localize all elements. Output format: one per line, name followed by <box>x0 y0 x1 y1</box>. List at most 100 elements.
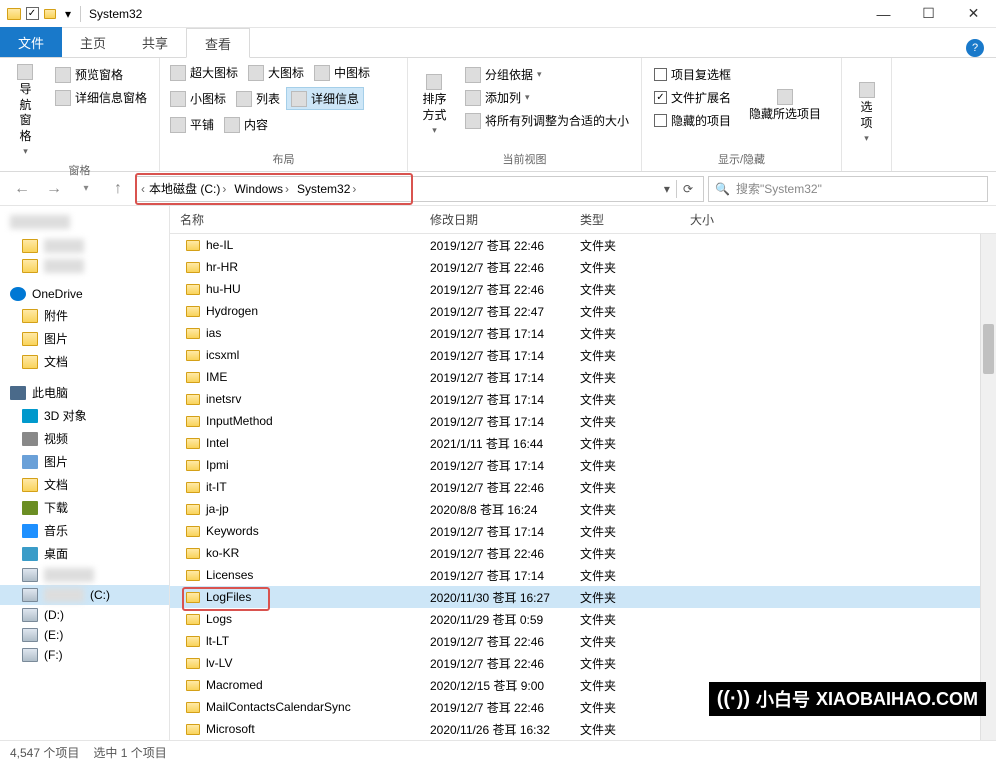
sidebar-pictures2[interactable]: 图片 <box>0 450 169 473</box>
file-row[interactable]: ias2019/12/7 苍耳 17:14文件夹 <box>170 322 996 344</box>
sidebar-drive-c[interactable]: (C:) <box>0 585 169 605</box>
up-button[interactable]: ↑ <box>104 176 132 202</box>
column-type[interactable]: 类型 <box>580 211 690 228</box>
close-button[interactable]: ✕ <box>951 0 996 28</box>
file-row[interactable]: inetsrv2019/12/7 苍耳 17:14文件夹 <box>170 388 996 410</box>
file-type: 文件夹 <box>580 259 690 276</box>
sidebar-pictures[interactable]: 图片 <box>0 327 169 350</box>
file-row[interactable]: ko-KR2019/12/7 苍耳 22:46文件夹 <box>170 542 996 564</box>
small-icons-button[interactable]: 小图标 <box>166 87 230 110</box>
sidebar-onedrive[interactable]: OneDrive <box>0 284 169 304</box>
medium-icons-button[interactable]: 中图标 <box>310 62 374 83</box>
file-row[interactable]: Hydrogen2019/12/7 苍耳 22:47文件夹 <box>170 300 996 322</box>
preview-pane-button[interactable]: 预览窗格 <box>51 64 151 85</box>
sort-button[interactable]: 排序方式 ▾ <box>414 62 455 149</box>
file-row[interactable]: Microsoft2020/11/26 苍耳 16:32文件夹 <box>170 718 996 740</box>
file-row[interactable]: Ipmi2019/12/7 苍耳 17:14文件夹 <box>170 454 996 476</box>
forward-button[interactable]: → <box>40 176 68 202</box>
file-type: 文件夹 <box>580 347 690 364</box>
file-row[interactable]: hr-HR2019/12/7 苍耳 22:46文件夹 <box>170 256 996 278</box>
file-row[interactable]: Licenses2019/12/7 苍耳 17:14文件夹 <box>170 564 996 586</box>
file-tab[interactable]: 文件 <box>0 27 62 57</box>
file-name: Logs <box>206 612 232 626</box>
sidebar-this-pc[interactable]: 此电脑 <box>0 381 169 404</box>
file-extensions-toggle[interactable]: 文件扩展名 <box>650 87 735 108</box>
breadcrumb-system32[interactable]: System32 › <box>293 182 360 196</box>
file-row[interactable]: Logs2020/11/29 苍耳 0:59文件夹 <box>170 608 996 630</box>
qat-dropdown-icon[interactable]: ▾ <box>60 6 76 22</box>
minimize-button[interactable]: — <box>861 0 906 28</box>
file-row[interactable]: LogFiles2020/11/30 苍耳 16:27文件夹 <box>170 586 996 608</box>
details-button[interactable]: 详细信息 <box>286 87 364 110</box>
sidebar-videos[interactable]: 视频 <box>0 427 169 450</box>
options-button[interactable]: 选项 ▾ <box>848 62 885 165</box>
file-row[interactable]: he-IL2019/12/7 苍耳 22:46文件夹 <box>170 234 996 256</box>
folder-icon <box>186 372 200 383</box>
file-row[interactable]: InputMethod2019/12/7 苍耳 17:14文件夹 <box>170 410 996 432</box>
address-dropdown-icon[interactable]: ▾ <box>658 182 676 196</box>
file-row[interactable]: it-IT2019/12/7 苍耳 22:46文件夹 <box>170 476 996 498</box>
file-row[interactable]: lv-LV2019/12/7 苍耳 22:46文件夹 <box>170 652 996 674</box>
back-button[interactable]: ← <box>8 176 36 202</box>
sidebar-attachments[interactable]: 附件 <box>0 304 169 327</box>
sidebar-documents2[interactable]: 文档 <box>0 473 169 496</box>
group-by-button[interactable]: 分组依据 ▾ <box>461 64 633 85</box>
file-row[interactable]: ja-jp2020/8/8 苍耳 16:24文件夹 <box>170 498 996 520</box>
file-name: LogFiles <box>206 590 251 604</box>
file-row[interactable]: Keywords2019/12/7 苍耳 17:14文件夹 <box>170 520 996 542</box>
share-tab[interactable]: 共享 <box>124 27 186 57</box>
file-type: 文件夹 <box>580 699 690 716</box>
file-type: 文件夹 <box>580 303 690 320</box>
details-pane-button[interactable]: 详细信息窗格 <box>51 87 151 108</box>
breadcrumb-c[interactable]: 本地磁盘 (C:) › <box>145 180 230 197</box>
list-button[interactable]: 列表 <box>232 87 284 110</box>
folder-icon <box>186 306 200 317</box>
sidebar-blur1[interactable] <box>0 565 169 585</box>
breadcrumb-windows[interactable]: Windows › <box>230 182 293 196</box>
file-row[interactable]: lt-LT2019/12/7 苍耳 22:46文件夹 <box>170 630 996 652</box>
help-icon[interactable]: ? <box>966 39 984 57</box>
sidebar-3d-objects[interactable]: 3D 对象 <box>0 404 169 427</box>
sidebar-documents[interactable]: 文档 <box>0 350 169 373</box>
fit-columns-button[interactable]: 将所有列调整为合适的大小 <box>461 110 633 131</box>
folder-icon <box>186 438 200 449</box>
file-row[interactable]: hu-HU2019/12/7 苍耳 22:46文件夹 <box>170 278 996 300</box>
sidebar-desktop[interactable]: 桌面 <box>0 542 169 565</box>
hidden-items-toggle[interactable]: 隐藏的项目 <box>650 110 735 131</box>
search-input[interactable]: 🔍 搜索"System32" <box>708 176 988 202</box>
file-name: he-IL <box>206 238 233 252</box>
maximize-button[interactable]: ☐ <box>906 0 951 28</box>
sidebar-music[interactable]: 音乐 <box>0 519 169 542</box>
qat-new-folder-icon[interactable] <box>42 6 58 22</box>
home-tab[interactable]: 主页 <box>62 27 124 57</box>
refresh-button[interactable]: ⟳ <box>677 182 699 196</box>
folder-icon <box>186 658 200 669</box>
column-date[interactable]: 修改日期 <box>430 211 580 228</box>
content-button[interactable]: 内容 <box>220 114 272 135</box>
recent-locations-button[interactable]: ▾ <box>72 176 100 202</box>
file-row[interactable]: icsxml2019/12/7 苍耳 17:14文件夹 <box>170 344 996 366</box>
sidebar-downloads[interactable]: 下载 <box>0 496 169 519</box>
address-input[interactable]: ‹ 本地磁盘 (C:) › Windows › System32 › ▾ ⟳ <box>136 176 704 202</box>
extra-large-icons-button[interactable]: 超大图标 <box>166 62 242 83</box>
file-list: he-IL2019/12/7 苍耳 22:46文件夹hr-HR2019/12/7… <box>170 234 996 740</box>
item-checkboxes-toggle[interactable]: 项目复选框 <box>650 64 735 85</box>
qat-properties-icon[interactable] <box>24 6 40 22</box>
sidebar-drive-e[interactable]: (E:) <box>0 625 169 645</box>
view-tab[interactable]: 查看 <box>186 28 250 58</box>
hide-selected-button[interactable]: 隐藏所选项目 <box>741 62 829 149</box>
large-icons-button[interactable]: 大图标 <box>244 62 308 83</box>
file-row[interactable]: IME2019/12/7 苍耳 17:14文件夹 <box>170 366 996 388</box>
navigation-pane-button[interactable]: 导航窗格 ▾ <box>6 62 45 160</box>
add-columns-button[interactable]: 添加列 ▾ <box>461 87 633 108</box>
scroll-thumb[interactable] <box>983 324 994 374</box>
ribbon-tabs: 文件 主页 共享 查看 ? <box>0 28 996 58</box>
file-row[interactable]: Intel2021/1/11 苍耳 16:44文件夹 <box>170 432 996 454</box>
column-size[interactable]: 大小 <box>690 211 770 228</box>
folder-icon <box>186 636 200 647</box>
column-name[interactable]: 名称 <box>180 211 430 228</box>
sidebar-drive-f[interactable]: (F:) <box>0 645 169 665</box>
tiles-button[interactable]: 平铺 <box>166 114 218 135</box>
sidebar-drive-d[interactable]: (D:) <box>0 605 169 625</box>
vertical-scrollbar[interactable] <box>980 234 996 740</box>
